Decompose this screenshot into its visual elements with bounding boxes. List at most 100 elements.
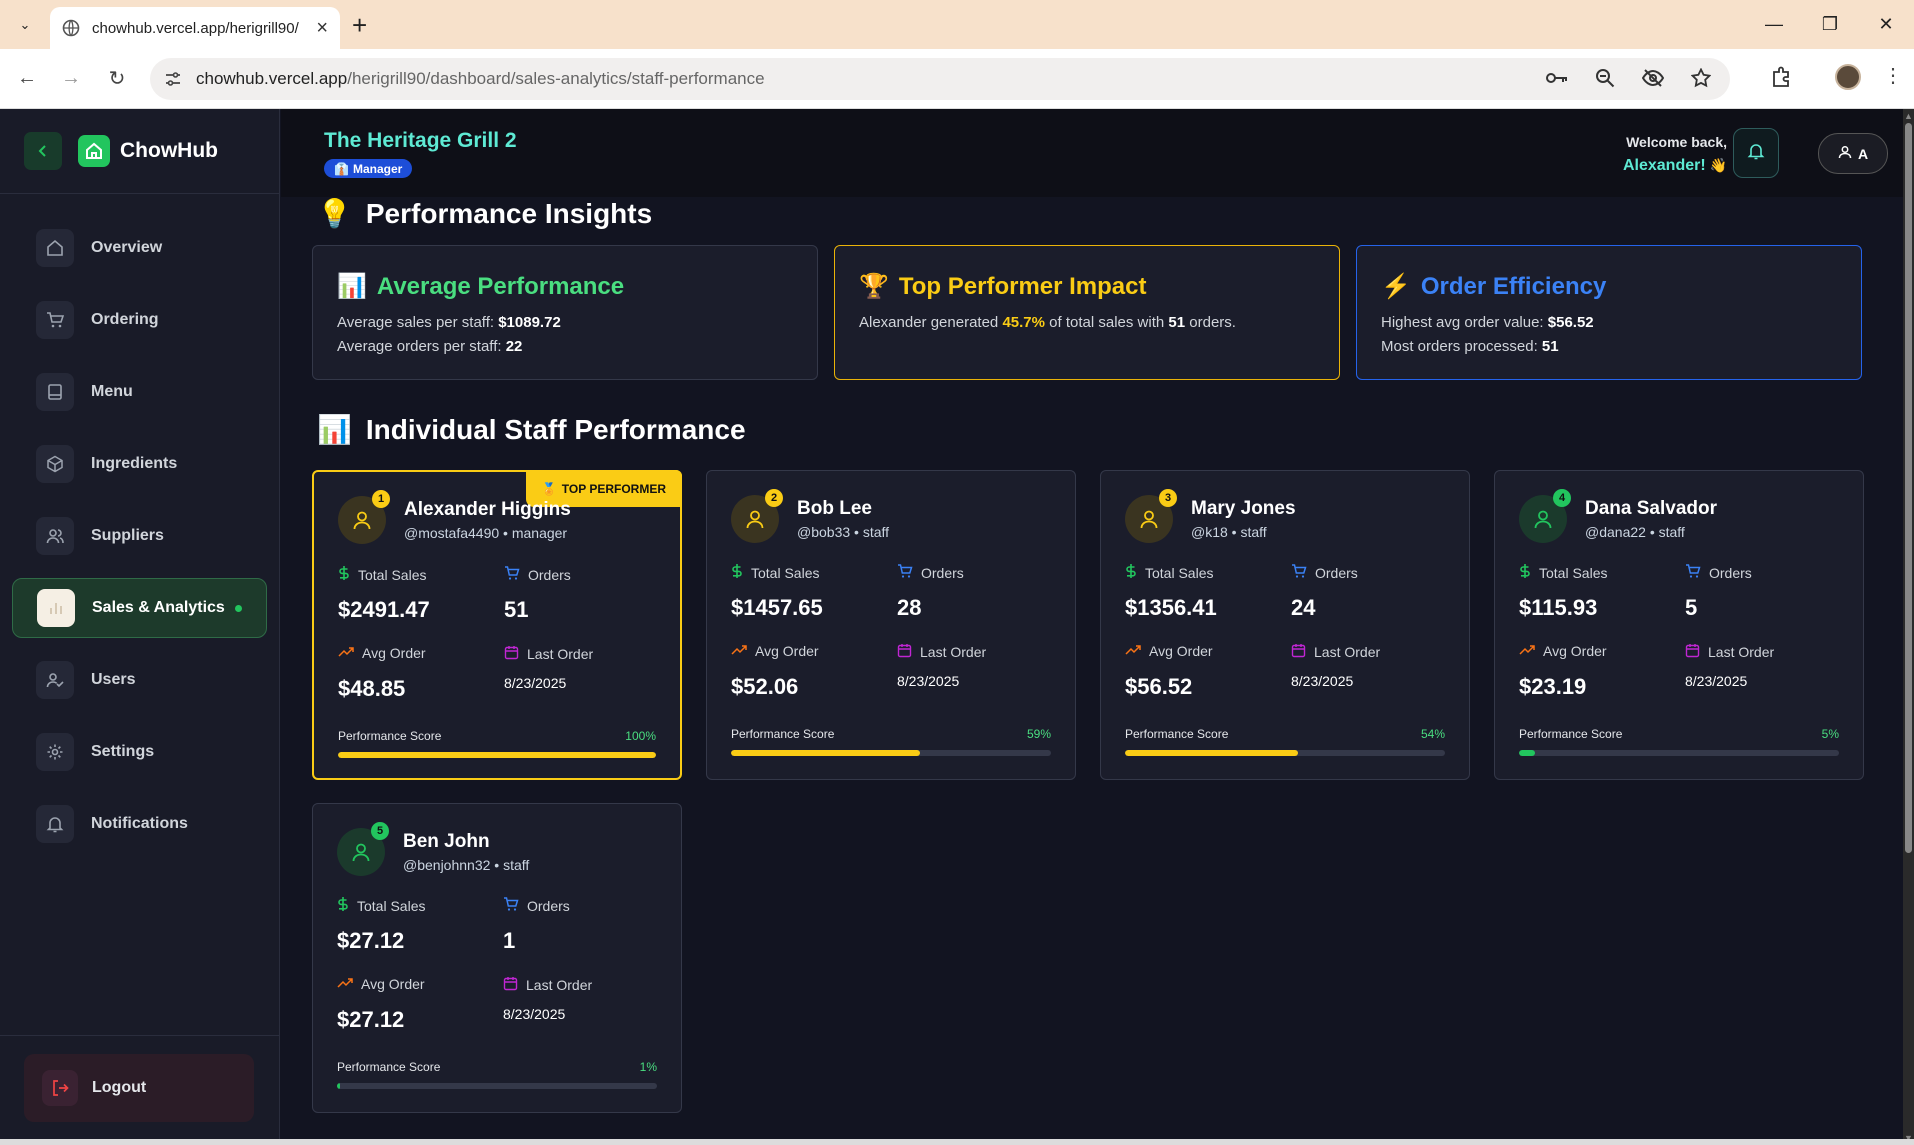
reload-icon[interactable]: ↻ [102, 63, 132, 93]
restore-icon[interactable]: ❐ [1802, 0, 1858, 49]
sidebar-item-sales-analytics[interactable]: Sales & Analytics [12, 578, 267, 638]
tab-search-icon[interactable]: ⌄ [10, 12, 40, 38]
dollar-icon [1519, 563, 1531, 582]
site-info-icon[interactable] [164, 70, 182, 88]
last-order-text: Last Order [1708, 644, 1775, 660]
profile-avatar[interactable] [1835, 64, 1861, 90]
key-icon[interactable] [1544, 65, 1570, 91]
performance-score-label: Performance Score [1519, 727, 1623, 741]
avg-order-value: $23.19 [1519, 674, 1587, 699]
cart-icon [503, 896, 519, 915]
browser-menu-icon[interactable]: ⋮ [1883, 63, 1903, 88]
sidebar-item-settings[interactable]: Settings [12, 722, 267, 782]
highest-avg-value: $56.52 [1547, 314, 1594, 331]
insights-title-text: Performance Insights [365, 197, 653, 229]
staff-username-role: @k18 • staff [1191, 524, 1267, 540]
trending-up-icon [338, 645, 354, 661]
extensions-icon[interactable] [1770, 66, 1792, 88]
staff-name: Mary Jones [1191, 498, 1296, 519]
cart-icon [36, 301, 74, 339]
impact-text: of total sales with [1049, 314, 1165, 331]
logout-button[interactable]: Logout [24, 1054, 254, 1122]
minimize-icon[interactable]: — [1746, 0, 1802, 49]
collapse-sidebar-button[interactable] [24, 132, 62, 170]
url-field[interactable]: chowhub.vercel.app/herigrill90/dashboard… [150, 58, 1730, 100]
avg-order-label: Avg Order [338, 645, 426, 661]
bookmark-star-icon[interactable] [1688, 65, 1714, 91]
avg-order-text: Avg Order [755, 643, 819, 659]
eye-off-icon[interactable] [1640, 65, 1666, 91]
sidebar-item-label: Sales & Analytics [92, 599, 225, 616]
close-tab-icon[interactable]: × [316, 17, 328, 40]
most-orders-value: 51 [1541, 338, 1559, 355]
total-sales-value: $27.12 [337, 928, 405, 953]
top-performer-impact-card: 🏆 Top Performer Impact Alexander generate… [834, 245, 1340, 380]
browser-tab[interactable]: chowhub.vercel.app/herigrill90/ × [50, 7, 340, 49]
staff-card: 3 Mary Jones @k18 • staff Total Sales Or… [1100, 470, 1470, 780]
trophy-icon: 🏆 [859, 273, 889, 300]
forward-icon[interactable]: → [56, 63, 86, 93]
lightbulb-icon: 💡 [317, 198, 352, 229]
orders-label: Orders [503, 896, 570, 915]
orders-text: Orders [527, 897, 570, 914]
address-bar-row: ← → ↻ chowhub.vercel.app/herigrill90/das… [0, 49, 1914, 109]
dollar-icon [1125, 563, 1137, 582]
cart-icon [897, 563, 913, 582]
last-order-label: Last Order [1291, 643, 1380, 661]
last-order-label: Last Order [897, 643, 986, 661]
sidebar-menu: Overview Ordering Menu Ingredients Suppl… [0, 194, 279, 854]
calendar-icon [1685, 643, 1700, 661]
sidebar-item-notifications[interactable]: Notifications [12, 794, 267, 854]
total-sales-label: Total Sales [1125, 563, 1213, 582]
performance-score-bar [731, 750, 1051, 756]
sidebar-item-ordering[interactable]: Ordering [12, 290, 267, 350]
orders-text: Orders [1315, 564, 1358, 581]
total-sales-value: $2491.47 [338, 597, 430, 622]
avatar: 3 [1125, 489, 1177, 543]
orders-label: Orders [1291, 563, 1358, 582]
trending-up-icon [1519, 643, 1535, 659]
last-order-date: 8/23/2025 [897, 673, 960, 689]
last-order-text: Last Order [920, 644, 987, 660]
staff-name: Ben John [403, 831, 490, 852]
sidebar-item-menu[interactable]: Menu [12, 362, 267, 422]
zoom-icon[interactable] [1592, 65, 1618, 91]
dollar-icon [337, 896, 349, 915]
cart-icon [504, 565, 520, 584]
welcome-text: Welcome back, [1626, 134, 1727, 150]
notifications-button[interactable] [1733, 128, 1779, 178]
user-menu-button[interactable]: A [1818, 133, 1888, 174]
close-window-icon[interactable]: ✕ [1858, 0, 1914, 49]
staff-username-role: @benjohnn32 • staff [403, 857, 530, 873]
page-scrollbar[interactable]: ▲ ▼ [1903, 109, 1914, 1145]
sidebar-item-suppliers[interactable]: Suppliers [12, 506, 267, 566]
wave-emoji: 👋 [1709, 157, 1727, 173]
staff-username-role: @dana22 • staff [1585, 524, 1685, 540]
staff-name: Alexander Higgins [404, 499, 571, 520]
staff-title-text: Individual Staff Performance [365, 413, 746, 445]
total-sales-value: $1356.41 [1125, 595, 1217, 620]
staff-performance-title: 📊 Individual Staff Performance [317, 413, 746, 446]
staff-username-role: @mostafa4490 • manager [404, 525, 568, 541]
orders-value: 1 [503, 928, 516, 953]
sidebar-item-label: Notifications [91, 815, 188, 832]
new-tab-icon[interactable]: + [352, 10, 367, 41]
logout-section: Logout [0, 1035, 280, 1145]
avg-order-text: Avg Order [362, 645, 426, 661]
total-sales-text: Total Sales [357, 897, 426, 914]
sidebar-item-ingredients[interactable]: Ingredients [12, 434, 267, 494]
orders-text: Orders [528, 566, 571, 583]
sidebar-item-overview[interactable]: Overview [12, 218, 267, 278]
cart-icon [1291, 563, 1307, 582]
scrollbar-thumb[interactable] [1905, 123, 1912, 853]
staff-card: 2 Bob Lee @bob33 • staff Total Sales Ord… [706, 470, 1076, 780]
back-icon[interactable]: ← [12, 63, 42, 93]
window-bottom-edge [0, 1139, 1914, 1145]
performance-score-label: Performance Score [1125, 727, 1229, 741]
calendar-icon [897, 643, 912, 661]
orders-label: Orders [897, 563, 964, 582]
sidebar-item-users[interactable]: Users [12, 650, 267, 710]
cart-icon [1685, 563, 1701, 582]
average-performance-card: 📊 Average Performance Average sales per s… [312, 245, 818, 380]
impact-percent: 45.7% [1002, 314, 1045, 331]
